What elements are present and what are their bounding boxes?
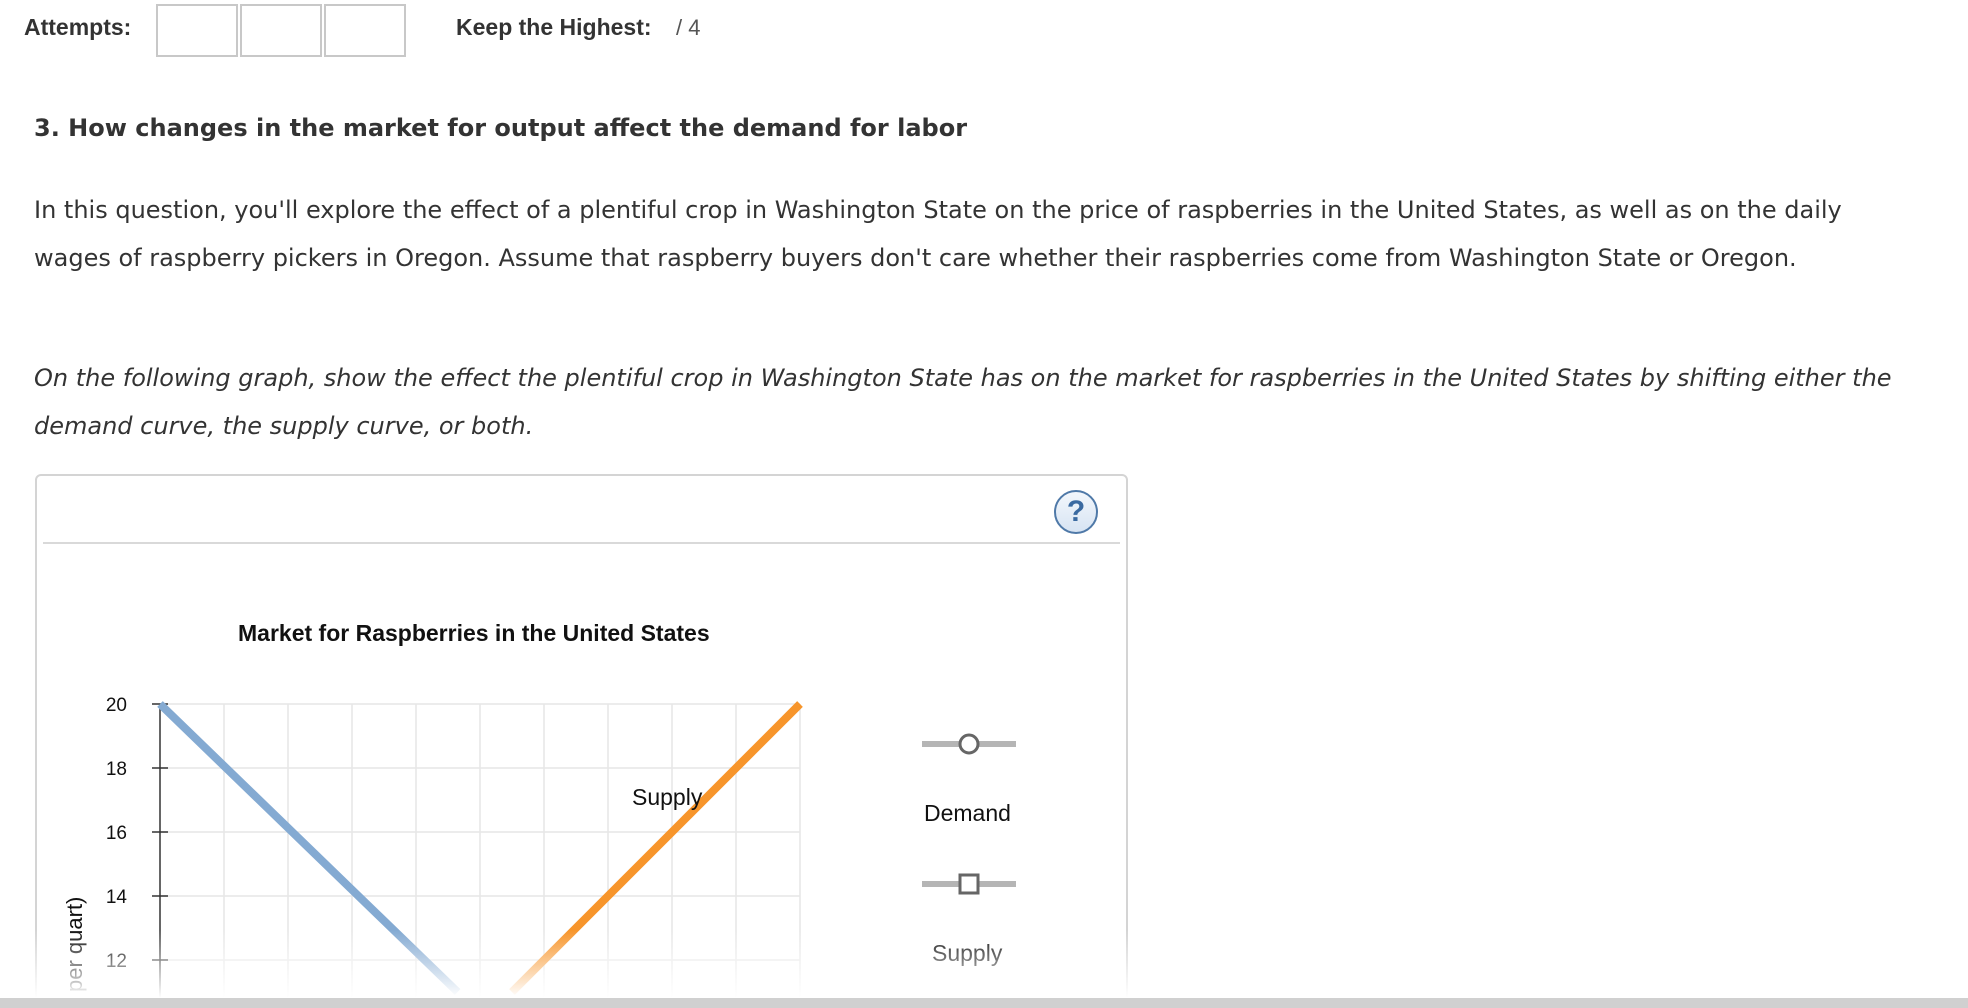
demand-curve <box>157 701 461 995</box>
y-tick-label: 14 <box>106 887 128 908</box>
y-tick-label: 12 <box>106 951 127 972</box>
legend-supply-label: Supply <box>932 940 1003 966</box>
page: Attempts: Keep the Highest: / 4 3. How c… <box>0 0 1968 1008</box>
supply-curve-label: Supply <box>632 784 703 810</box>
y-tick-label: 20 <box>106 695 127 716</box>
legend-demand-marker <box>958 733 980 755</box>
legend-demand-label: Demand <box>924 800 1011 826</box>
chart: 20 18 16 14 12 per quart) <box>62 695 1016 1000</box>
chart-axes: 20 18 16 14 12 per quart) <box>62 695 168 1000</box>
y-tick-label: 16 <box>106 823 127 844</box>
y-tick-label: 18 <box>106 759 127 780</box>
y-axis-label: per quart) <box>62 897 87 992</box>
legend-supply-marker <box>958 873 980 895</box>
supply-curve <box>509 701 803 995</box>
chart-grid <box>160 703 801 1000</box>
horizontal-scrollbar[interactable] <box>0 998 1968 1008</box>
